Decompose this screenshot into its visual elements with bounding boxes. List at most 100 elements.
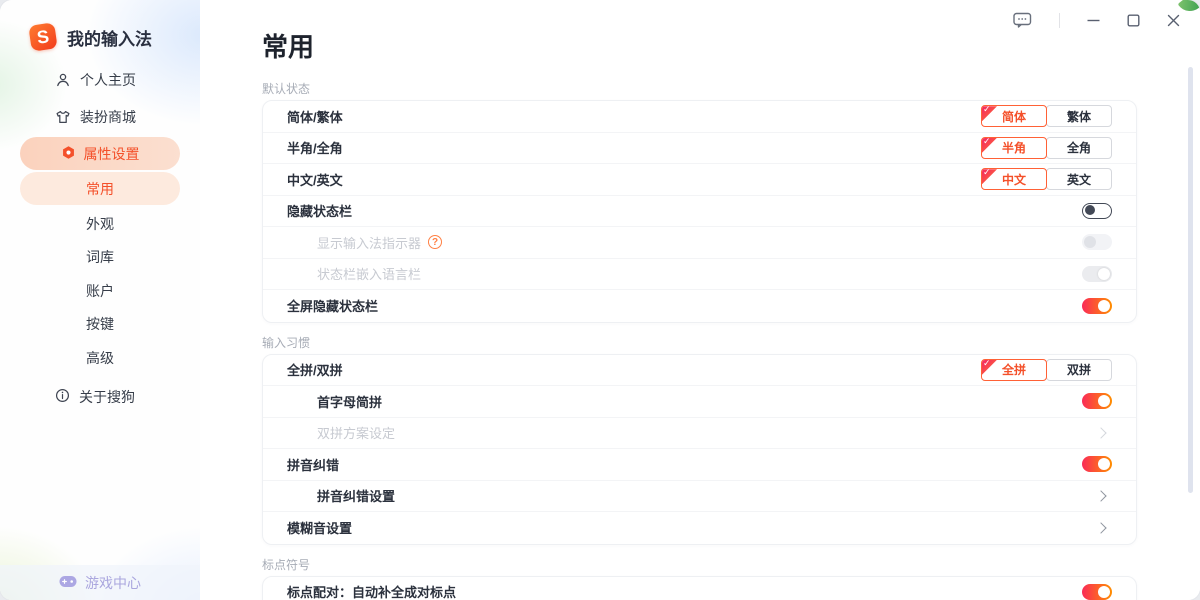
- nut-icon: [61, 145, 76, 163]
- row-label-text: 显示输入法指示器: [317, 233, 421, 252]
- titlebar-divider: [1059, 13, 1060, 28]
- close-icon[interactable]: [1165, 12, 1182, 29]
- settings-row-show-indicator: 显示输入法指示器: [263, 227, 1136, 259]
- row-label: 拼音纠错: [287, 455, 339, 474]
- sidebar-subitem-keys[interactable]: 按键: [0, 308, 200, 342]
- segment-option-selected[interactable]: 全拼: [981, 359, 1047, 381]
- segment-option[interactable]: 繁体: [1046, 105, 1112, 127]
- app-window: S 我的输入法 个人主页 装扮商城 属性设置: [0, 0, 1200, 600]
- row-label: 半角/全角: [287, 138, 343, 157]
- row-label: 中文/英文: [287, 170, 343, 189]
- settings-row-punctuation-pairing: 标点配对：自动补全成对标点: [263, 577, 1136, 600]
- toggle-knob: [1084, 236, 1096, 248]
- chevron-right-icon[interactable]: [1095, 522, 1106, 533]
- sidebar-item-profile[interactable]: 个人主页: [0, 61, 200, 98]
- settings-row-half-full-width: 半角/全角 半角 全角: [263, 133, 1136, 165]
- sidebar-subitem-label: 词库: [86, 247, 114, 267]
- segment-label: 全角: [1067, 139, 1091, 156]
- gamepad-icon: [59, 575, 77, 591]
- segment-option[interactable]: 全角: [1046, 137, 1112, 159]
- minimize-icon[interactable]: [1085, 12, 1102, 29]
- segment-label: 中文: [1002, 171, 1026, 188]
- segment-label: 全拼: [1002, 361, 1026, 378]
- segment-option[interactable]: 英文: [1046, 168, 1112, 190]
- settings-row-simplified-traditional: 简体/繁体 简体 繁体: [263, 101, 1136, 133]
- segment-option[interactable]: 双拼: [1046, 359, 1112, 381]
- section-label: 标点符号: [262, 558, 1200, 572]
- toggle-knob: [1085, 205, 1095, 215]
- toggle-knob: [1098, 395, 1110, 407]
- titlebar-controls: [1011, 10, 1182, 30]
- toggle-knob: [1098, 300, 1110, 312]
- person-icon: [55, 72, 71, 88]
- settings-row-double-pinyin-scheme: 双拼方案设定: [263, 418, 1136, 450]
- help-icon[interactable]: [428, 235, 442, 249]
- sidebar-item-store[interactable]: 装扮商城: [0, 98, 200, 135]
- sidebar-subitem-account[interactable]: 账户: [0, 274, 200, 308]
- toggle-switch-on[interactable]: [1082, 298, 1112, 314]
- toggle-knob: [1098, 586, 1110, 598]
- feedback-icon[interactable]: [1011, 10, 1034, 30]
- row-label: 隐藏状态栏: [287, 201, 352, 220]
- segment-option-selected[interactable]: 简体: [981, 105, 1047, 127]
- toggle-switch-disabled-off: [1082, 234, 1112, 250]
- row-label: 首字母简拼: [287, 392, 382, 411]
- check-ribbon-icon: [982, 169, 997, 184]
- main-panel: 常用 默认状态 简体/繁体 简体 繁体: [200, 0, 1200, 600]
- app-logo-row: S 我的输入法: [0, 0, 200, 50]
- sidebar-item-about[interactable]: 关于搜狗: [0, 379, 200, 416]
- settings-row-full-double-pinyin: 全拼/双拼 全拼 双拼: [263, 355, 1136, 387]
- sidebar-item-settings[interactable]: 属性设置: [20, 137, 180, 170]
- tshirt-icon: [55, 109, 71, 125]
- toggle-switch-on[interactable]: [1082, 393, 1112, 409]
- check-ribbon-icon: [982, 138, 997, 153]
- app-title: 我的输入法: [67, 25, 152, 50]
- game-center-button[interactable]: 游戏中心: [0, 565, 200, 600]
- toggle-switch-on[interactable]: [1082, 584, 1112, 600]
- settings-row-fuzzy-sound-settings[interactable]: 模糊音设置: [263, 512, 1136, 544]
- game-center-label: 游戏中心: [85, 573, 141, 593]
- row-label: 全屏隐藏状态栏: [287, 296, 378, 315]
- settings-row-embed-languagebar: 状态栏嵌入语言栏: [263, 259, 1136, 291]
- page-title: 常用: [262, 32, 1200, 62]
- check-ribbon-icon: [982, 106, 997, 121]
- settings-row-pinyin-correction-settings[interactable]: 拼音纠错设置: [263, 481, 1136, 513]
- row-label: 拼音纠错设置: [287, 486, 395, 505]
- row-label: 标点配对：自动补全成对标点: [287, 582, 456, 600]
- chevron-right-icon[interactable]: [1095, 490, 1106, 501]
- sidebar-item-label: 关于搜狗: [79, 387, 135, 407]
- toggle-switch-off[interactable]: [1082, 203, 1112, 219]
- settings-row-chinese-english: 中文/英文 中文 英文: [263, 164, 1136, 196]
- segment-option-selected[interactable]: 半角: [981, 137, 1047, 159]
- toggle-knob: [1098, 458, 1110, 470]
- sidebar: S 我的输入法 个人主页 装扮商城 属性设置: [0, 0, 200, 600]
- row-label: 模糊音设置: [287, 518, 352, 537]
- settings-row-initial-abbrev: 首字母简拼: [263, 386, 1136, 418]
- toggle-switch-on[interactable]: [1082, 456, 1112, 472]
- segmented-control: 中文 英文: [981, 168, 1112, 190]
- segmented-control: 半角 全角: [981, 137, 1112, 159]
- sidebar-subitem-appearance[interactable]: 外观: [0, 207, 200, 241]
- sidebar-nav: 个人主页 装扮商城 属性设置 常用 外观 词库: [0, 61, 200, 416]
- section-label: 默认状态: [262, 82, 1200, 96]
- sidebar-subitem-label: 高级: [86, 348, 114, 368]
- segment-option-selected[interactable]: 中文: [981, 168, 1047, 190]
- segment-label: 简体: [1002, 108, 1026, 125]
- settings-row-pinyin-correction: 拼音纠错: [263, 449, 1136, 481]
- sidebar-subitem-label: 外观: [86, 214, 114, 234]
- row-label: 状态栏嵌入语言栏: [287, 264, 421, 283]
- maximize-icon[interactable]: [1125, 12, 1142, 29]
- row-label: 显示输入法指示器: [287, 233, 442, 252]
- segmented-control: 简体 繁体: [981, 105, 1112, 127]
- sidebar-subitem-common[interactable]: 常用: [20, 172, 180, 205]
- sidebar-subitem-advanced[interactable]: 高级: [0, 341, 200, 375]
- settings-row-hide-statusbar: 隐藏状态栏: [263, 196, 1136, 228]
- sidebar-item-label: 装扮商城: [80, 107, 136, 127]
- check-ribbon-icon: [982, 360, 997, 375]
- scrollbar-thumb[interactable]: [1188, 67, 1193, 493]
- sidebar-subitem-label: 按键: [86, 314, 114, 334]
- sidebar-subitem-lexicon[interactable]: 词库: [0, 241, 200, 275]
- section-label: 输入习惯: [262, 336, 1200, 350]
- settings-card: 全拼/双拼 全拼 双拼 首字母简拼: [262, 354, 1137, 545]
- sidebar-item-label: 个人主页: [80, 70, 136, 90]
